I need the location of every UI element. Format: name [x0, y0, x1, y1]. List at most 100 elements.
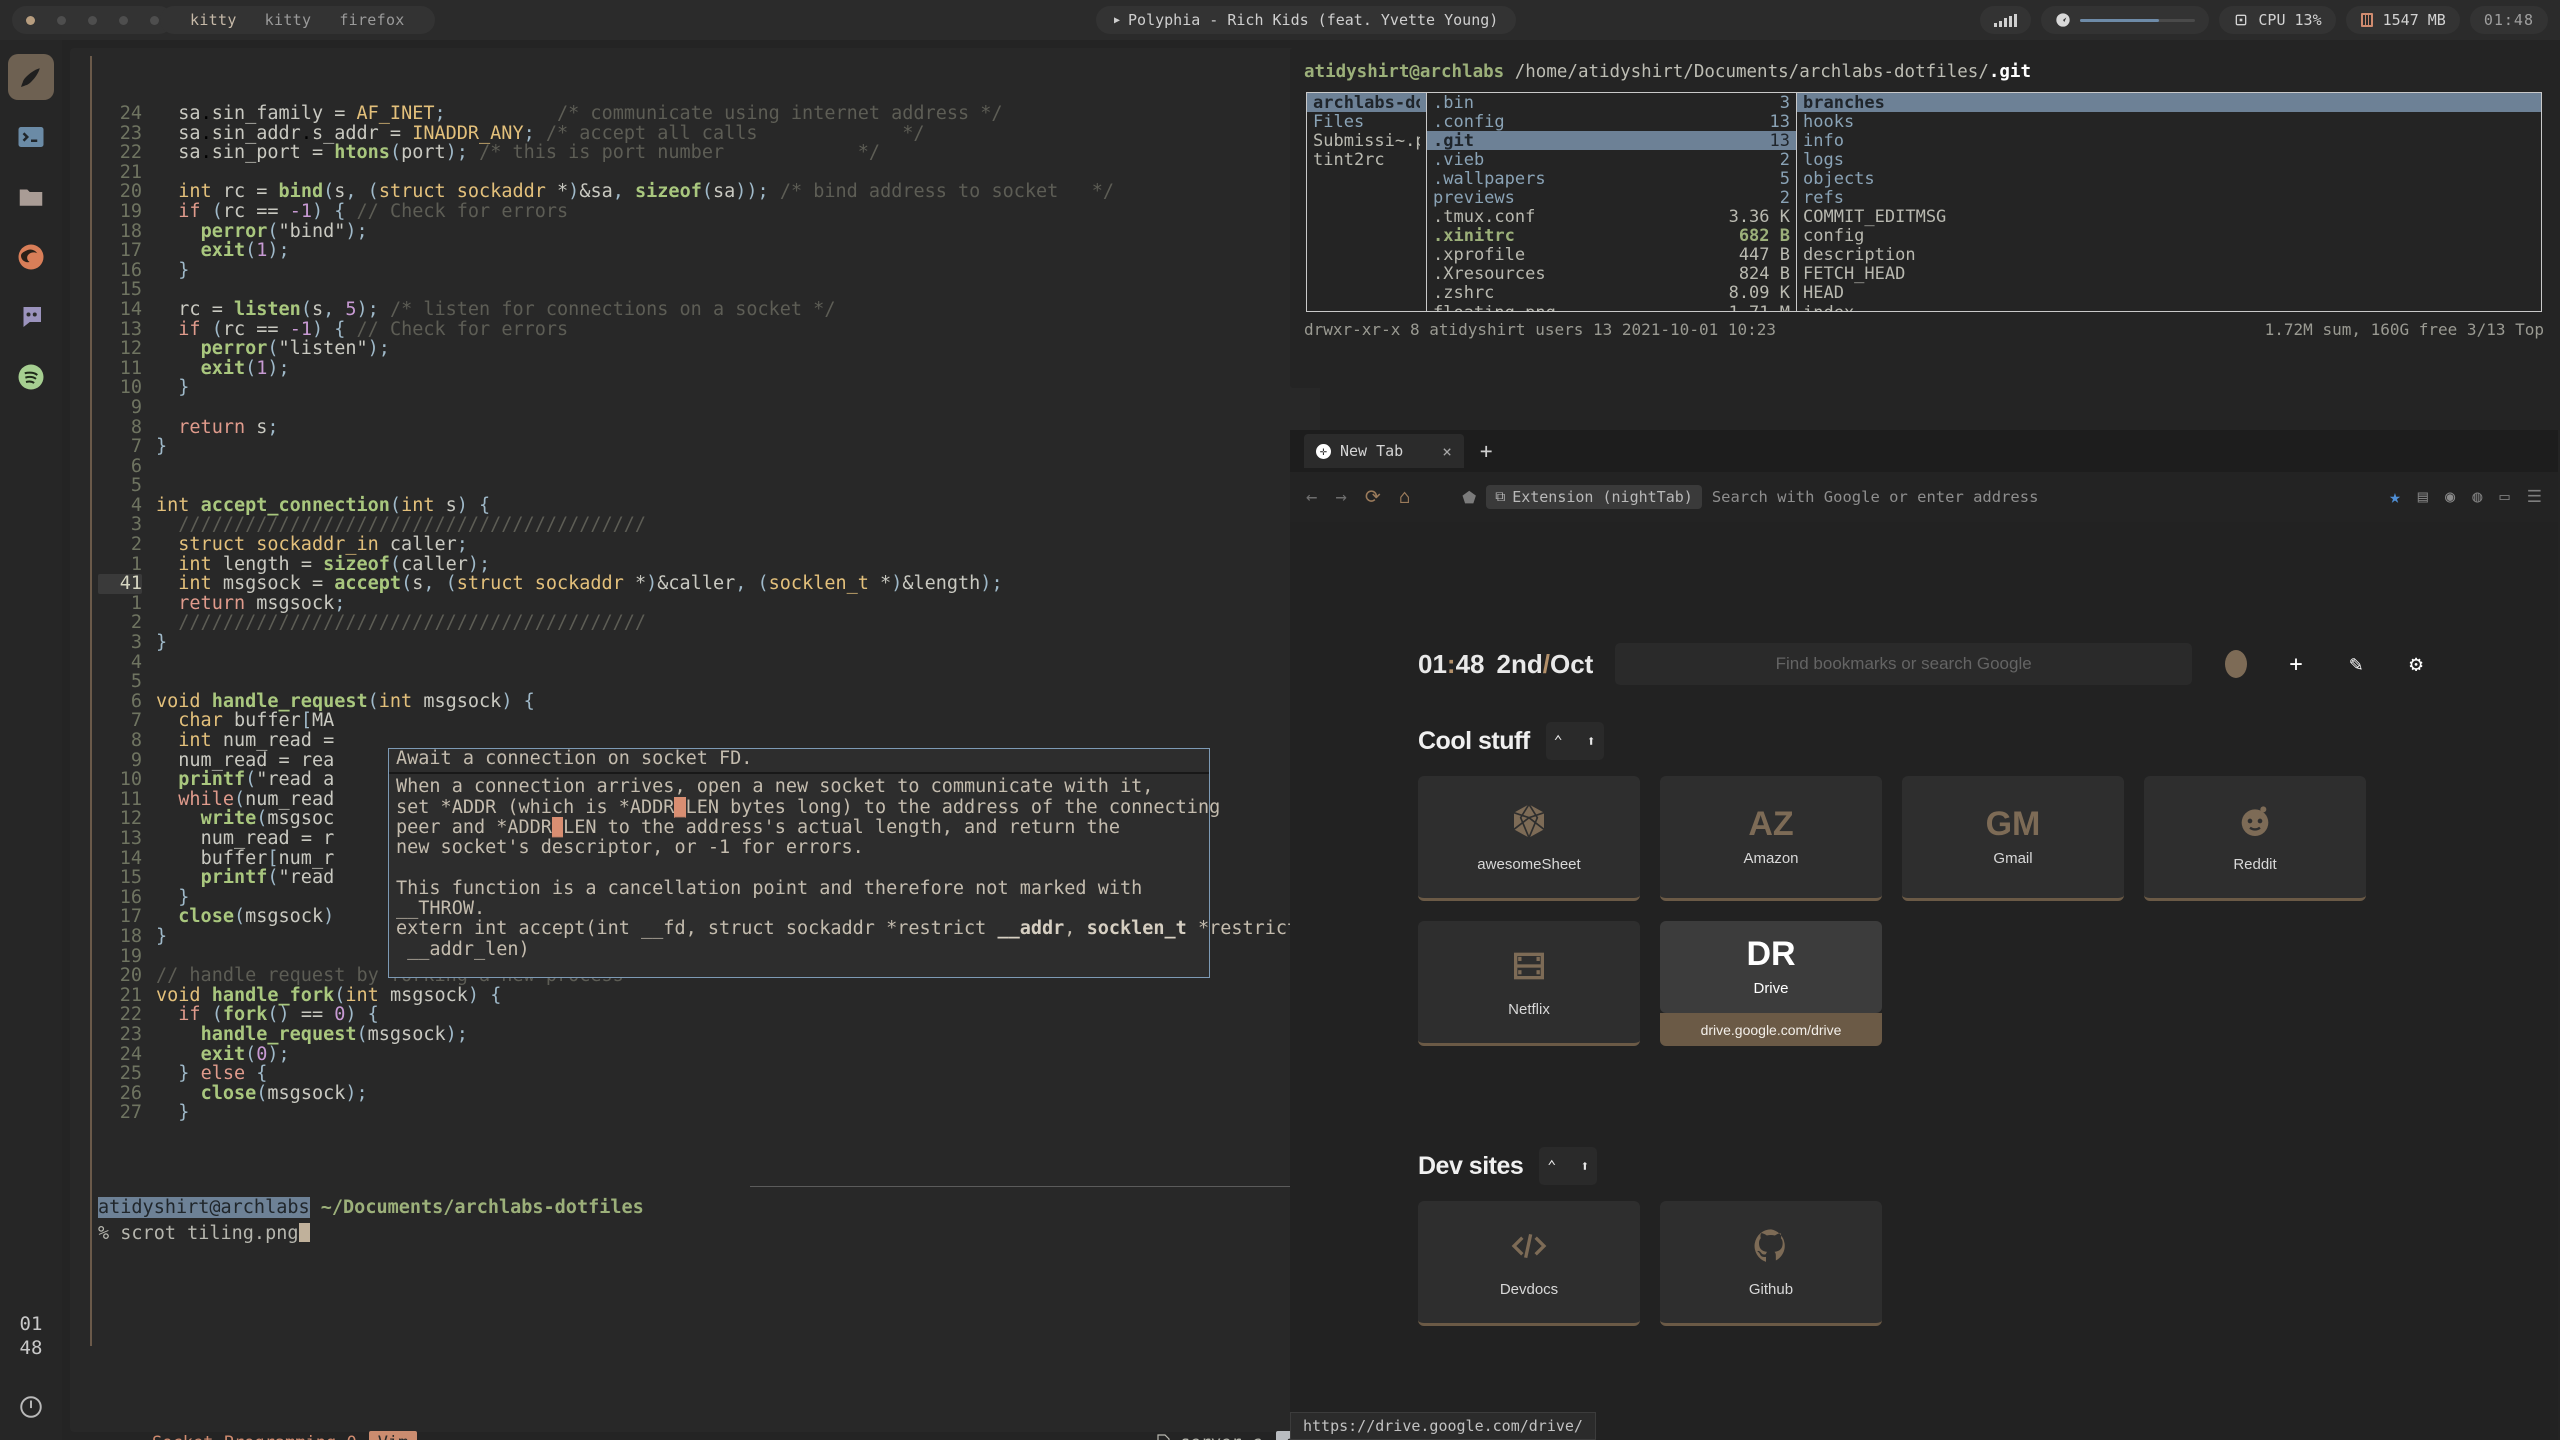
ranger-window[interactable]: atidyshirt@archlabs /home/atidyshirt/Doc… — [1290, 48, 2558, 388]
firefox-window[interactable]: ✛ New Tab × + ← → ⟳ ⌂ ⬟ ⧉ Extension (nig… — [1290, 430, 2558, 1440]
workspace-dot-3[interactable] — [88, 16, 97, 25]
task-item-kitty-2[interactable]: kitty — [251, 11, 326, 29]
ranger-row[interactable]: Files — [1307, 112, 1426, 131]
add-bookmark-button[interactable]: + — [2274, 642, 2318, 686]
workspace-dot-2[interactable] — [57, 16, 66, 25]
bookmark-card[interactable]: Github — [1660, 1201, 1882, 1326]
vim-line-number: 10 — [98, 378, 142, 398]
shell-prompt[interactable]: atidyshirt@archlabs ~/Documents/archlabs… — [98, 1195, 644, 1247]
ranger-row[interactable]: previews2 — [1427, 188, 1796, 207]
open-in-new-icon[interactable]: ⬆ — [1580, 1157, 1589, 1175]
theme-swatch-button[interactable] — [2214, 642, 2258, 686]
ranger-row[interactable]: info — [1797, 131, 2541, 150]
nighttab-search-input[interactable]: Find bookmarks or search Google — [1615, 643, 2192, 685]
ranger-row[interactable]: config — [1797, 227, 2541, 246]
close-icon[interactable]: × — [1442, 442, 1452, 461]
workspace-dot-1[interactable] — [26, 16, 35, 25]
vim-line-number: 23 — [98, 1025, 142, 1045]
bookmark-card[interactable]: AZAmazon — [1660, 776, 1882, 901]
ranger-row[interactable]: floating.png1.71 M — [1427, 303, 1796, 311]
ranger-row[interactable]: .vieb2 — [1427, 150, 1796, 169]
bookmark-card[interactable]: Reddit — [2144, 776, 2366, 901]
dock-item-discord[interactable] — [8, 294, 54, 340]
extension-chip[interactable]: ⧉ Extension (nightTab) — [1486, 485, 1702, 509]
bookmark-card[interactable]: Netflix — [1418, 921, 1640, 1046]
bookmark-card[interactable]: Devdocs — [1418, 1201, 1640, 1326]
reader-view-icon[interactable]: ▤ — [2418, 487, 2428, 507]
reload-icon[interactable]: ⟳ — [1365, 486, 1381, 508]
dock-item-files[interactable] — [8, 174, 54, 220]
power-button[interactable] — [8, 1384, 54, 1430]
ranger-row[interactable]: .xinitrc682 B — [1427, 227, 1796, 246]
ranger-column-current[interactable]: .bin3.config13.git13.vieb2.wallpapers5pr… — [1427, 93, 1797, 311]
ranger-row[interactable]: tint2rc — [1307, 150, 1426, 169]
bookmark-star-icon[interactable]: ★ — [2389, 486, 2400, 508]
vim-code-line: 4 — [98, 653, 1318, 673]
account-icon[interactable]: ▭ — [2500, 487, 2510, 507]
plus-icon[interactable]: + — [1480, 439, 1493, 463]
ranger-row[interactable]: branches — [1797, 93, 2541, 112]
chevron-up-icon[interactable]: ⌃ — [1554, 732, 1563, 750]
cpu-monitor[interactable]: CPU 13% — [2219, 6, 2335, 34]
edit-button[interactable]: ✎ — [2334, 642, 2378, 686]
ranger-row[interactable]: archlabs-dot~ — [1307, 93, 1426, 112]
ranger-row[interactable]: .zshrc8.09 K — [1427, 284, 1796, 303]
volume-slider[interactable] — [2080, 19, 2195, 22]
ranger-row[interactable]: .git13 — [1427, 131, 1796, 150]
arrow-left-icon[interactable]: ← — [1306, 486, 1317, 508]
ranger-row[interactable]: HEAD — [1797, 284, 2541, 303]
date-separator: / — [1543, 649, 1550, 679]
arrow-right-icon[interactable]: → — [1335, 486, 1346, 508]
workspace-pager[interactable] — [12, 6, 173, 34]
chevron-up-icon[interactable]: ⌃ — [1547, 1157, 1556, 1175]
shield-icon[interactable]: ⬟ — [1462, 488, 1476, 507]
ranger-row[interactable]: .config13 — [1427, 112, 1796, 131]
ranger-row[interactable]: Submissi~.pdf — [1307, 131, 1426, 150]
pocket-icon[interactable]: ◉ — [2445, 487, 2455, 507]
dock-item-terminal[interactable] — [8, 114, 54, 160]
clock[interactable]: 01:48 — [2470, 6, 2548, 34]
ranger-row-name: archlabs-dot~ — [1313, 93, 1420, 113]
ranger-row[interactable]: FETCH_HEAD — [1797, 265, 2541, 284]
container-icon[interactable]: ◍ — [2472, 487, 2482, 507]
puzzle-icon: ⧉ — [1495, 489, 1505, 505]
network-signal[interactable] — [1980, 6, 2031, 34]
task-item-kitty-1[interactable]: kitty — [176, 11, 251, 29]
bookmark-card[interactable]: DRDrivedrive.google.com/drive — [1660, 921, 1882, 1013]
ranger-row[interactable]: description — [1797, 246, 2541, 265]
task-item-firefox[interactable]: firefox — [325, 11, 418, 29]
ranger-row[interactable]: refs — [1797, 188, 2541, 207]
address-bar[interactable]: ⬟ ⧉ Extension (nightTab) Search with Goo… — [1462, 485, 2371, 509]
ranger-row[interactable]: .bin3 — [1427, 93, 1796, 112]
ranger-row[interactable]: COMMIT_EDITMSG — [1797, 208, 2541, 227]
ranger-row[interactable]: index — [1797, 303, 2541, 311]
ranger-row[interactable]: objects — [1797, 169, 2541, 188]
vim-line-number: 3 — [98, 515, 142, 535]
ranger-column-parent[interactable]: archlabs-dot~FilesSubmissi~.pdftint2rc — [1307, 93, 1427, 311]
volume-control[interactable] — [2041, 6, 2209, 34]
kitty-vim-window[interactable]: 24 sa.sin_family = AF_INET; /* communica… — [70, 48, 1320, 1432]
popup-divider — [389, 772, 1209, 774]
ram-monitor[interactable]: 1547 MB — [2346, 6, 2460, 34]
ranger-row[interactable]: .tmux.conf3.36 K — [1427, 208, 1796, 227]
ranger-column-preview[interactable]: brancheshooksinfologsobjectsrefsCOMMIT_E… — [1797, 93, 2541, 311]
ranger-row[interactable]: hooks — [1797, 112, 2541, 131]
ranger-row[interactable]: logs — [1797, 150, 2541, 169]
ranger-row-name: HEAD — [1803, 283, 1844, 303]
dock-item-launcher[interactable] — [8, 54, 54, 100]
home-icon[interactable]: ⌂ — [1399, 486, 1410, 508]
browser-tab-new-tab[interactable]: ✛ New Tab × — [1304, 434, 1464, 468]
settings-gear-button[interactable]: ⚙ — [2394, 642, 2438, 686]
ranger-row[interactable]: .wallpapers5 — [1427, 169, 1796, 188]
now-playing[interactable]: ▶ Polyphia - Rich Kids (feat. Yvette You… — [1096, 6, 1516, 34]
bookmark-card[interactable]: GMGmail — [1902, 776, 2124, 901]
workspace-dot-5[interactable] — [150, 16, 159, 25]
dock-item-firefox[interactable] — [8, 234, 54, 280]
ranger-row[interactable]: .xprofile447 B — [1427, 246, 1796, 265]
open-in-new-icon[interactable]: ⬆ — [1587, 732, 1596, 750]
ranger-row[interactable]: .Xresources824 B — [1427, 265, 1796, 284]
workspace-dot-4[interactable] — [119, 16, 128, 25]
menu-icon[interactable]: ☰ — [2527, 487, 2542, 507]
dock-item-spotify[interactable] — [8, 354, 54, 400]
bookmark-card[interactable]: awesomeSheet — [1418, 776, 1640, 901]
